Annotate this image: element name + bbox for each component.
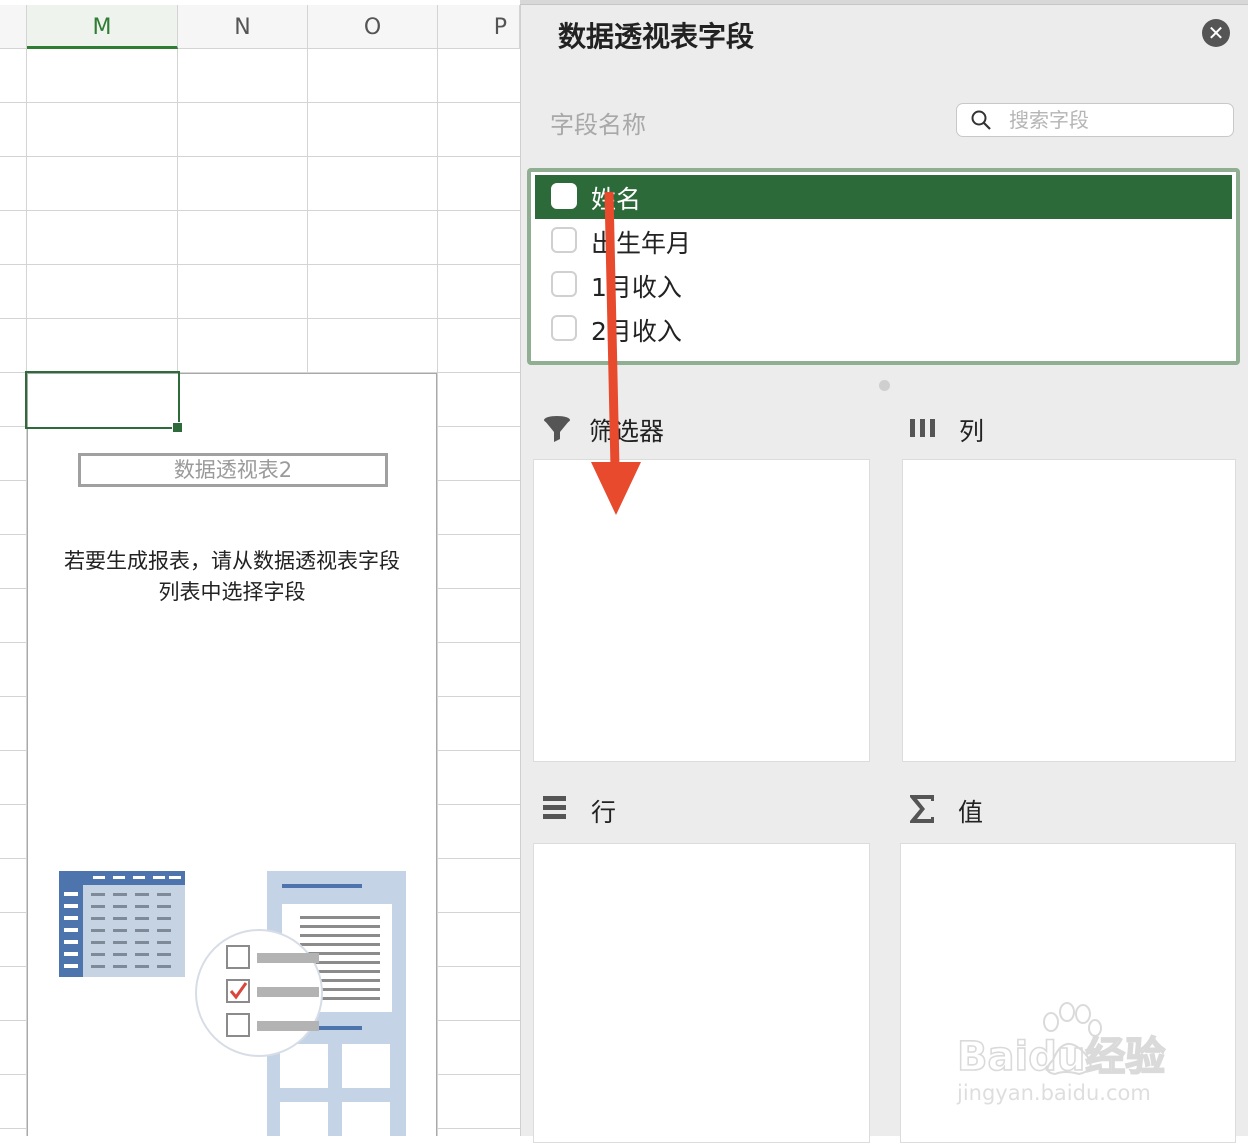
panel-title: 数据透视表字段	[558, 20, 755, 53]
funnel-icon	[544, 416, 570, 442]
search-icon	[971, 110, 991, 130]
pivot-illustration	[59, 871, 406, 1136]
search-input[interactable]	[1009, 107, 1219, 133]
filters-drop-zone[interactable]	[533, 459, 870, 762]
values-area-label: 值	[958, 798, 984, 827]
close-button[interactable]: ✕	[1202, 19, 1230, 47]
column-header-n[interactable]: N	[178, 5, 308, 49]
sigma-icon	[910, 795, 934, 823]
field-item-name[interactable]: 姓名	[535, 175, 1232, 219]
field-item-feb-income[interactable]: 2月收入	[535, 307, 1232, 351]
pivot-table-name: 数据透视表2	[78, 453, 388, 487]
filters-area-label: 筛选器	[589, 417, 665, 446]
grid-line	[0, 156, 520, 157]
watermark-brand: Baidu经验	[957, 1034, 1165, 1080]
column-header-prev[interactable]	[0, 5, 27, 49]
field-name-label: 字段名称	[550, 111, 646, 139]
field-checkbox[interactable]	[551, 315, 577, 341]
spreadsheet-grid[interactable]: M N O P 数据透视表2 若要生成报表，请从数据透视表字段 列表中选择字段	[0, 0, 520, 1136]
splitter-handle[interactable]	[879, 380, 890, 391]
column-header-m[interactable]: M	[27, 5, 178, 49]
search-field-box[interactable]	[956, 103, 1234, 137]
pivot-field-list-panel: 数据透视表字段 ✕ 字段名称 姓名 出生年月 1月收入 2月收入 筛选	[520, 5, 1248, 1143]
columns-area-label: 列	[959, 417, 985, 446]
rows-area-label: 行	[591, 798, 617, 827]
column-header-o[interactable]: O	[308, 5, 438, 49]
field-item-birth-month[interactable]: 出生年月	[535, 219, 1232, 263]
field-checkbox[interactable]	[551, 227, 577, 253]
field-label: 1月收入	[591, 273, 682, 302]
grid-line	[0, 318, 520, 319]
checklist-icon	[195, 929, 323, 1057]
field-label: 姓名	[591, 185, 642, 214]
column-header-p[interactable]: P	[438, 5, 520, 49]
source-table-icon	[59, 871, 185, 977]
fill-handle[interactable]	[172, 422, 183, 433]
field-checkbox[interactable]	[551, 183, 577, 209]
pivot-table-placeholder[interactable]: 数据透视表2 若要生成报表，请从数据透视表字段 列表中选择字段	[27, 373, 437, 1136]
field-label: 出生年月	[591, 229, 692, 258]
field-checkbox[interactable]	[551, 271, 577, 297]
grid-line	[437, 49, 438, 1136]
pivot-hint-text: 若要生成报表，请从数据透视表字段 列表中选择字段	[28, 546, 436, 608]
rows-drop-zone[interactable]	[533, 843, 870, 1143]
column-bars-icon	[910, 419, 935, 437]
field-list: 姓名 出生年月 1月收入 2月收入	[527, 168, 1240, 365]
columns-drop-zone[interactable]	[902, 459, 1236, 762]
baidu-watermark-logo: Baidu经验 jingyan.baidu.com	[956, 1002, 1166, 1105]
grid-line	[0, 102, 520, 103]
pivot-hint-line-1: 若要生成报表，请从数据透视表字段	[64, 549, 400, 573]
grid-line	[0, 210, 520, 211]
grid-line	[0, 264, 520, 265]
field-label: 2月收入	[591, 317, 682, 346]
field-item-jan-income[interactable]: 1月收入	[535, 263, 1232, 307]
selected-cell[interactable]	[25, 371, 180, 429]
watermark-url: jingyan.baidu.com	[956, 1081, 1151, 1105]
row-lines-icon	[543, 796, 566, 819]
pivot-hint-line-2: 列表中选择字段	[158, 580, 306, 604]
